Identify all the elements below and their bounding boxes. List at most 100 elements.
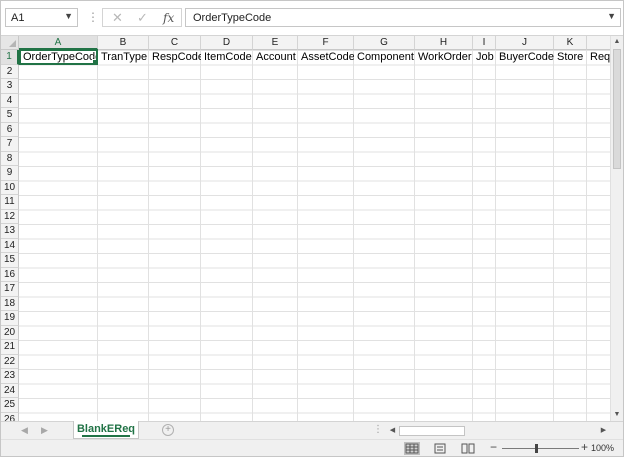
row-header-26[interactable]: 26 — [1, 412, 19, 421]
row-header-13[interactable]: 13 — [1, 224, 19, 239]
cell-d1[interactable]: ItemCode — [201, 50, 253, 64]
gridline — [297, 50, 298, 421]
enter-icon[interactable]: ✓ — [137, 10, 148, 26]
gridline — [586, 50, 587, 421]
chevron-down-icon[interactable]: ▼ — [64, 11, 73, 21]
column-header-f[interactable]: F — [298, 36, 354, 50]
sheet-tab-blankereq[interactable]: BlankEReq — [73, 421, 139, 439]
excel-window: A1 ▼ ⋮ ✕ ✓ fx OrderTypeCode ▼ ABCDEFGHIJ… — [0, 0, 624, 457]
row-header-17[interactable]: 17 — [1, 282, 19, 297]
chevron-down-icon[interactable]: ▼ — [607, 11, 616, 21]
row-header-25[interactable]: 25 — [1, 398, 19, 413]
formula-input[interactable]: OrderTypeCode ▼ — [185, 8, 621, 27]
row-header-1[interactable]: 1 — [1, 50, 19, 65]
normal-view-icon[interactable] — [404, 442, 420, 455]
worksheet-grid[interactable]: ABCDEFGHIJKL 123456789101112131415161718… — [1, 36, 610, 421]
cell-g1[interactable]: Component — [354, 50, 415, 64]
column-header-a[interactable]: A — [19, 36, 98, 50]
scroll-left-icon[interactable]: ◀ — [387, 425, 398, 437]
cell-e1[interactable]: Account — [253, 50, 298, 64]
row-header-4[interactable]: 4 — [1, 93, 19, 108]
row-header-8[interactable]: 8 — [1, 151, 19, 166]
gridline — [148, 50, 149, 421]
scroll-down-icon[interactable]: ▼ — [611, 409, 623, 421]
more-icon: ⋮ — [87, 10, 99, 24]
row-header-20[interactable]: 20 — [1, 325, 19, 340]
column-header-k[interactable]: K — [554, 36, 587, 50]
insert-function-icon[interactable]: fx — [163, 11, 174, 25]
column-header-c[interactable]: C — [149, 36, 201, 50]
row-header-18[interactable]: 18 — [1, 296, 19, 311]
status-bar: − + 100% — [1, 439, 623, 456]
zoom-level[interactable]: 100% — [591, 443, 614, 453]
cell-h1[interactable]: WorkOrder — [415, 50, 473, 64]
tab-scroll-left-icon[interactable]: ◀ — [21, 425, 28, 436]
gridline — [472, 50, 473, 421]
column-header-l[interactable]: L — [587, 36, 610, 50]
horizontal-scrollbar[interactable]: ◀ ▶ — [387, 425, 609, 437]
more-icon[interactable]: ⋮ — [373, 424, 383, 435]
cell-j1[interactable]: BuyerCode — [496, 50, 554, 64]
horizontal-scroll-thumb[interactable] — [399, 426, 465, 436]
row-header-10[interactable]: 10 — [1, 180, 19, 195]
formula-buttons: ✕ ✓ fx — [102, 8, 182, 27]
gridline — [252, 50, 253, 421]
cell-b1[interactable]: TranType — [98, 50, 149, 64]
zoom-slider-thumb[interactable] — [535, 444, 538, 453]
column-header-h[interactable]: H — [415, 36, 473, 50]
cell-f1[interactable]: AssetCode — [298, 50, 354, 64]
row-header-2[interactable]: 2 — [1, 64, 19, 79]
vertical-scroll-thumb[interactable] — [613, 49, 621, 169]
column-header-d[interactable]: D — [201, 36, 253, 50]
row-header-6[interactable]: 6 — [1, 122, 19, 137]
row-header-16[interactable]: 16 — [1, 267, 19, 282]
cell-a1[interactable]: OrderTypeCode — [19, 49, 98, 65]
tab-scroll-right-icon[interactable]: ▶ — [41, 425, 48, 436]
row-header-15[interactable]: 15 — [1, 253, 19, 268]
row-header-3[interactable]: 3 — [1, 79, 19, 94]
row-header-19[interactable]: 19 — [1, 311, 19, 326]
page-break-view-icon[interactable] — [461, 442, 477, 455]
row-header-11[interactable]: 11 — [1, 195, 19, 210]
row-header-14[interactable]: 14 — [1, 238, 19, 253]
gridline — [353, 50, 354, 421]
row-header-12[interactable]: 12 — [1, 209, 19, 224]
row-header-9[interactable]: 9 — [1, 166, 19, 181]
cell-l1[interactable]: RequestedDeliveryDate — [587, 50, 610, 64]
scroll-up-icon[interactable]: ▲ — [611, 36, 623, 48]
gridline — [97, 50, 98, 421]
gridline — [495, 50, 496, 421]
row-header-24[interactable]: 24 — [1, 383, 19, 398]
vertical-scrollbar[interactable]: ▲ ▼ — [610, 36, 623, 421]
column-header-j[interactable]: J — [496, 36, 554, 50]
gridline — [553, 50, 554, 421]
column-header-i[interactable]: I — [473, 36, 496, 50]
sheet-tabs-bar: ◀ ▶ BlankEReq + ⋮ ◀ ▶ — [1, 421, 623, 440]
zoom-slider[interactable] — [502, 448, 579, 449]
formula-bar: A1 ▼ ⋮ ✕ ✓ fx OrderTypeCode ▼ — [1, 1, 623, 36]
column-header-b[interactable]: B — [98, 36, 149, 50]
gridline — [200, 50, 201, 421]
row-header-21[interactable]: 21 — [1, 340, 19, 355]
cells-area[interactable] — [19, 50, 610, 421]
row-header-22[interactable]: 22 — [1, 354, 19, 369]
row-header-23[interactable]: 23 — [1, 369, 19, 384]
cancel-icon[interactable]: ✕ — [112, 10, 123, 26]
page-layout-view-icon[interactable] — [433, 442, 449, 455]
cell-k1[interactable]: Store — [554, 50, 587, 64]
zoom-out-button[interactable]: − — [490, 440, 497, 454]
cell-c1[interactable]: RespCode — [149, 50, 201, 64]
select-all-button[interactable] — [1, 36, 19, 50]
scroll-right-icon[interactable]: ▶ — [598, 425, 609, 437]
zoom-in-button[interactable]: + — [581, 440, 588, 454]
gridline — [414, 50, 415, 421]
cell-i1[interactable]: Job — [473, 50, 496, 64]
column-header-g[interactable]: G — [354, 36, 415, 50]
add-sheet-icon[interactable]: + — [162, 424, 174, 436]
name-box-value: A1 — [11, 12, 25, 24]
row-header-5[interactable]: 5 — [1, 108, 19, 123]
column-header-e[interactable]: E — [253, 36, 298, 50]
row-header-7[interactable]: 7 — [1, 137, 19, 152]
formula-value: OrderTypeCode — [193, 12, 272, 24]
name-box[interactable]: A1 ▼ — [5, 8, 78, 27]
